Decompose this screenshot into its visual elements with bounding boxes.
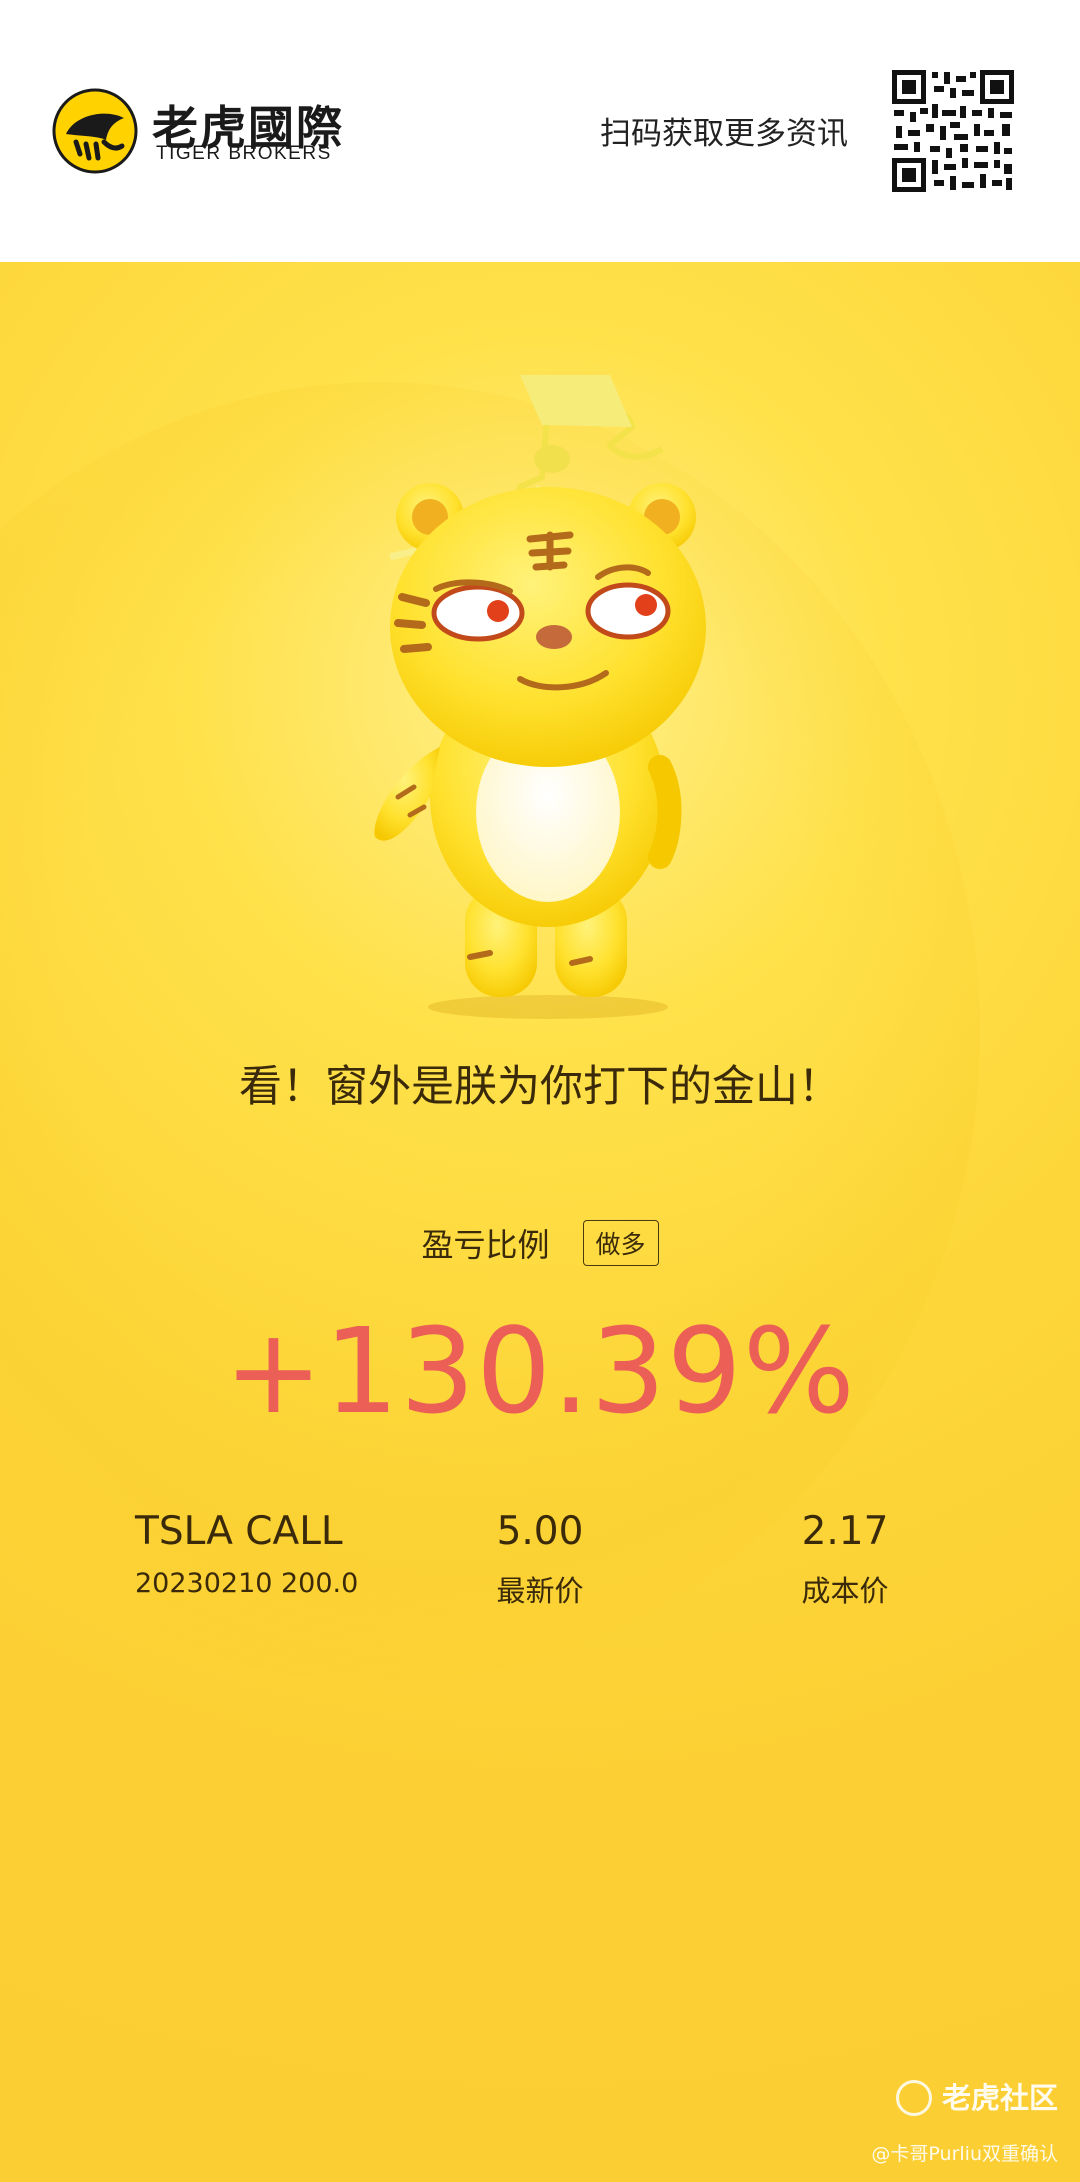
tiger-mascot-illustration [374,375,706,1019]
option-contract: 20230210 200.0 [135,1568,359,1599]
stat-latest-price: 5.00 最新价 [440,1502,640,1610]
scan-prompt: 扫码获取更多资讯 [600,116,848,152]
cost-price-value: 2.17 [801,1509,889,1554]
position-direction-badge: 做多 [582,1220,659,1266]
qr-code-icon[interactable] [890,68,1016,194]
watermark-author: @卡哥Purliu双重确认 [871,2143,1058,2165]
option-symbol: TSLA CALL [135,1509,343,1554]
position-stats: TSLA CALL 20230210 200.0 5.00 最新价 2.17 成… [0,1502,1080,1632]
share-poster: 看！窗外是朕为你打下的金山！ 盈亏比例 做多 +130.39% TSLA CAL… [0,262,1080,2182]
latest-price-value: 5.00 [496,1509,584,1554]
stat-cost-price: 2.17 成本价 [745,1502,945,1610]
watermark-title: 老虎社区 [895,2075,1058,2118]
header: 老虎國際 TIGER BROKERS 扫码获取更多资讯 [0,0,1080,262]
cost-price-label: 成本价 [801,1574,889,1608]
profit-ratio-row: 盈亏比例 做多 [0,1220,1080,1266]
latest-price-label: 最新价 [496,1574,584,1608]
stat-symbol: TSLA CALL 20230210 200.0 [135,1502,358,1599]
profit-ratio-label: 盈亏比例 [421,1226,550,1264]
slogan-text: 看！窗外是朕为你打下的金山！ [239,1062,841,1112]
watermark-title-text: 老虎社区 [941,2081,1058,2115]
profit-percentage: +130.39% [224,1302,856,1440]
tiger-community-icon [895,2080,932,2116]
brand-name-en: TIGER BROKERS [156,143,332,164]
tiger-logo-icon [52,88,138,174]
